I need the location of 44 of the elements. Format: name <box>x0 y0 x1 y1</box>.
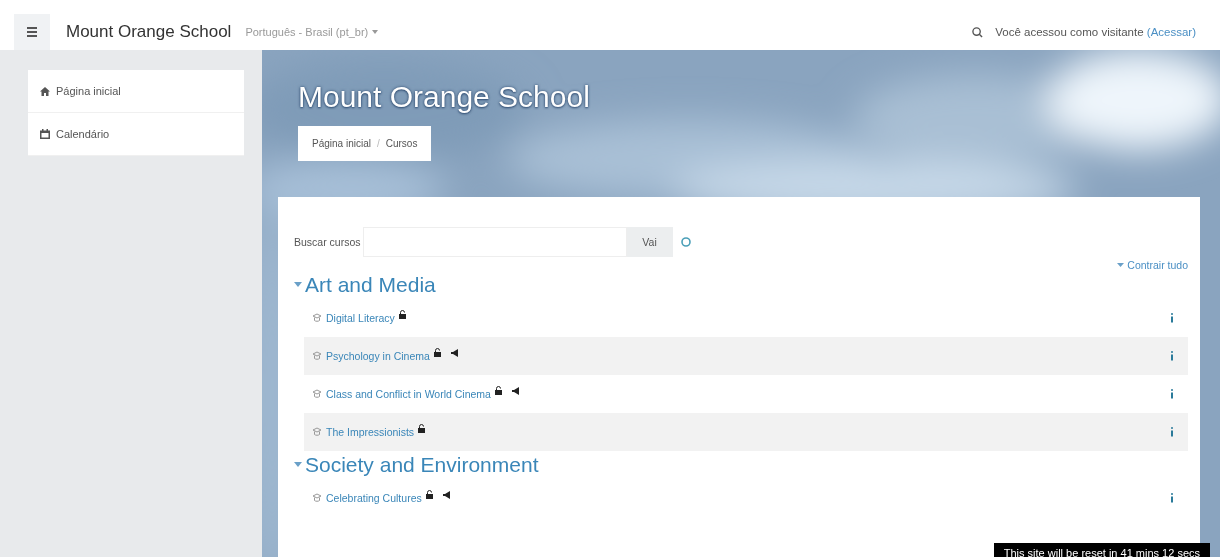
calendar-icon <box>40 129 50 139</box>
course-link[interactable]: Class and Conflict in World Cinema <box>326 388 491 400</box>
home-icon <box>40 86 50 96</box>
search-label: Buscar cursos <box>294 236 361 248</box>
login-status: Você acessou como visitante (Acessar) <box>995 26 1196 38</box>
go-button[interactable]: Vai <box>626 227 673 257</box>
course-link[interactable]: Digital Literacy <box>326 312 395 324</box>
breadcrumb-link[interactable]: Página inicial <box>312 138 371 149</box>
lock-icon <box>425 489 433 499</box>
site-name[interactable]: Mount Orange School <box>66 22 232 42</box>
breadcrumb-separator: / <box>376 138 380 149</box>
info-icon <box>1170 389 1174 399</box>
menu-icon <box>27 27 37 37</box>
caret-down-icon <box>372 30 379 34</box>
course-icon <box>312 427 322 437</box>
page-title: Mount Orange School <box>298 80 591 114</box>
sidebar-item[interactable]: Calendário <box>28 113 244 156</box>
info-icon <box>1170 313 1174 323</box>
login-link[interactable]: (Acessar) <box>1146 26 1196 38</box>
language-menu[interactable]: Português - Brasil (pt_br) <box>245 26 379 38</box>
course-link[interactable]: The Impressionists <box>326 426 415 438</box>
course-link[interactable]: Psychology in Cinema <box>326 350 430 362</box>
lock-icon <box>418 423 426 433</box>
menu-button[interactable] <box>14 14 50 50</box>
info-icon <box>1170 493 1174 503</box>
reset-notice: This site will be reset in 41 mins 12 secs <box>993 543 1210 557</box>
lock-icon <box>433 347 441 357</box>
category-heading[interactable]: Art and Media <box>294 273 436 297</box>
info-icon <box>1170 351 1174 361</box>
caret-down-icon <box>1117 262 1125 268</box>
category-heading[interactable]: Society and Environment <box>294 453 539 477</box>
course-icon <box>312 389 322 399</box>
search-icon <box>972 26 984 38</box>
course-link[interactable]: Celebrating Cultures <box>326 492 422 504</box>
sidebar-item[interactable]: Página inicial <box>28 70 244 113</box>
help-icon <box>680 237 691 247</box>
info-icon <box>1170 427 1174 437</box>
breadcrumb-link[interactable]: Cursos <box>385 138 418 149</box>
lock-icon <box>398 309 406 319</box>
course-icon <box>312 493 322 503</box>
lock-icon <box>494 385 502 395</box>
course-icon <box>312 351 322 361</box>
course-icon <box>312 313 322 323</box>
collapse-all-link[interactable]: Contrair tudo <box>1117 259 1188 271</box>
